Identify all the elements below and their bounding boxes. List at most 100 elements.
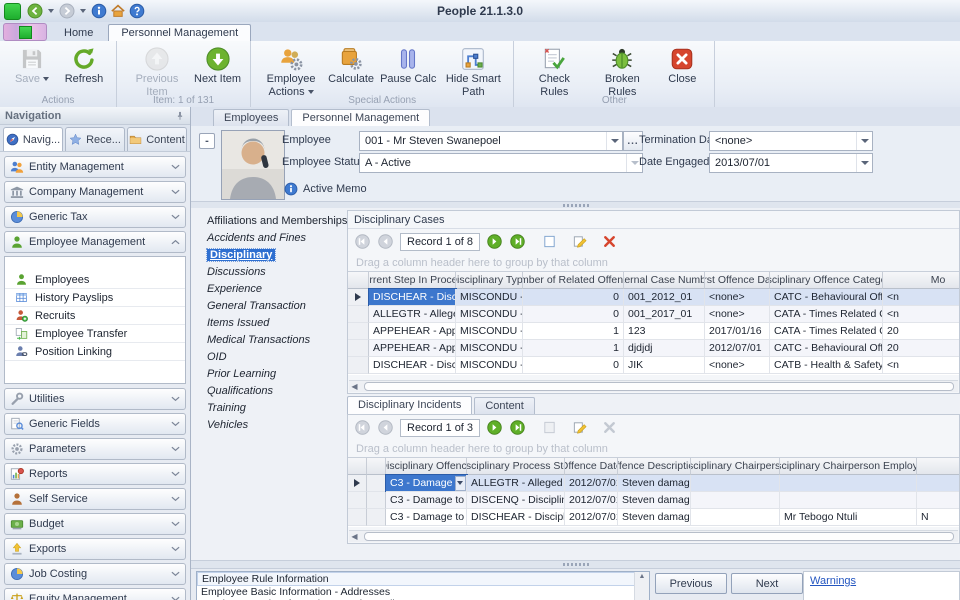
- grid-cell[interactable]: 1: [523, 323, 624, 340]
- splitter-grip[interactable]: [563, 204, 589, 207]
- table-row[interactable]: APPEHEAR - Appeal H...MISCONDU - Misc...…: [348, 340, 959, 357]
- add-record-icon[interactable]: [540, 233, 558, 251]
- employee-combo[interactable]: 001 - Mr Steven Swanepoel: [359, 131, 623, 151]
- grid-cell[interactable]: 2012/07/01: [565, 492, 618, 509]
- forward-dropdown-caret[interactable]: [80, 9, 86, 13]
- section-item-oid[interactable]: OID: [195, 348, 343, 365]
- grid-cell[interactable]: [780, 492, 917, 509]
- grid-cell[interactable]: DISCHEAR - Disciplina...: [369, 289, 456, 306]
- row-indicator[interactable]: [348, 289, 369, 306]
- scroll-up-icon[interactable]: ▲: [639, 573, 646, 580]
- back-button-icon[interactable]: [27, 3, 43, 19]
- section-item-affiliations-and-memberships[interactable]: Affiliations and Memberships: [195, 212, 343, 229]
- grid-cell[interactable]: 2012/07/01: [565, 509, 618, 526]
- grid-cell[interactable]: <n: [883, 357, 959, 374]
- ribbon-tab-home[interactable]: Home: [51, 24, 106, 41]
- grid-cell[interactable]: 123: [624, 323, 705, 340]
- grid-cell[interactable]: DISCHEAR - Disciplinary ...: [467, 509, 565, 526]
- sidebar-section-budget[interactable]: Budget: [4, 513, 186, 535]
- column-header[interactable]: Disciplinary Offence: [386, 458, 467, 475]
- grid-cell[interactable]: MISCONDU - Misc...: [456, 340, 523, 357]
- dropdown-caret[interactable]: [455, 476, 466, 491]
- grid-cell[interactable]: 001_2012_01: [624, 289, 705, 306]
- grid-cell[interactable]: <none>: [705, 289, 770, 306]
- sidebar-section-generic-tax[interactable]: Generic Tax: [4, 206, 186, 228]
- back-dropdown-caret[interactable]: [48, 9, 54, 13]
- document-tab-personnel-management[interactable]: Personnel Management: [291, 109, 430, 127]
- row-indicator[interactable]: [367, 475, 386, 492]
- grid-cell[interactable]: APPEHEAR - Appeal H...: [369, 340, 456, 357]
- section-item-items-issued[interactable]: Items Issued: [195, 314, 343, 331]
- table-row[interactable]: C3 - Damage to Com...DISCHEAR - Discipli…: [348, 509, 959, 526]
- section-item-qualifications[interactable]: Qualifications: [195, 382, 343, 399]
- row-indicator[interactable]: [348, 340, 369, 357]
- nav-tab-star[interactable]: Rece...: [65, 127, 125, 151]
- grid-cell[interactable]: [691, 509, 780, 526]
- forward-button-icon[interactable]: [59, 3, 75, 19]
- next-record-icon[interactable]: [486, 419, 503, 436]
- grid-cell[interactable]: [691, 492, 780, 509]
- document-tab-employees[interactable]: Employees: [213, 109, 289, 126]
- active-memo[interactable]: Active Memo: [284, 182, 367, 196]
- grid-cell[interactable]: [917, 475, 959, 492]
- grid-cell[interactable]: <n: [883, 289, 959, 306]
- nav-tab-folder[interactable]: Content: [127, 127, 187, 151]
- next-record-icon[interactable]: [486, 233, 503, 250]
- grid-cell[interactable]: Steven damaged ...: [618, 492, 691, 509]
- employee-actions-button[interactable]: Employee Actions: [257, 44, 325, 100]
- grid-cell[interactable]: 1: [523, 340, 624, 357]
- row-indicator[interactable]: [348, 323, 369, 340]
- section-item-general-transaction[interactable]: General Transaction: [195, 297, 343, 314]
- row-indicator[interactable]: [348, 306, 369, 323]
- scrollbar-thumb[interactable]: [364, 532, 954, 541]
- column-header[interactable]: Current Step In Process: [369, 272, 456, 289]
- grid-cell[interactable]: CATC - Behavioural Offenses: [770, 289, 883, 306]
- table-row[interactable]: C3 - Damage to Com...DISCENQ - Disciplin…: [348, 492, 959, 509]
- column-header[interactable]: Offence Description: [618, 458, 691, 475]
- grid-cell[interactable]: ALLEGTR - Alleged Tr...: [369, 306, 456, 323]
- sidebar-section-exports[interactable]: Exports: [4, 538, 186, 560]
- grid-cell[interactable]: <n: [883, 306, 959, 323]
- termination-date-combo[interactable]: <none>: [709, 131, 873, 151]
- help-icon[interactable]: [129, 3, 145, 19]
- column-header[interactable]: [917, 458, 959, 475]
- previous-button[interactable]: Previous: [655, 573, 727, 594]
- grid-cell[interactable]: djdjdj: [624, 340, 705, 357]
- chevron-down-icon[interactable]: [606, 132, 622, 150]
- grid-cell[interactable]: CATA - Times Related Offenses: [770, 323, 883, 340]
- grid-cell[interactable]: 2012/07/01: [565, 475, 618, 492]
- sidebar-section-generic-fields[interactable]: Generic Fields: [4, 413, 186, 435]
- table-row[interactable]: ALLEGTR - Alleged Tr...MISCONDU - Misc..…: [348, 306, 959, 323]
- grid-cell[interactable]: [780, 475, 917, 492]
- horizontal-splitter[interactable]: [191, 560, 960, 569]
- pause-calc-button[interactable]: Pause Calc: [377, 44, 439, 88]
- rule-item[interactable]: Employee Rule Information: [197, 572, 649, 586]
- grid-cell[interactable]: CATC - Behavioural Offenses: [770, 340, 883, 357]
- grid-cell[interactable]: <none>: [705, 306, 770, 323]
- date-engaged-combo[interactable]: 2013/07/01: [709, 153, 873, 173]
- calculate-button[interactable]: Calculate: [325, 44, 377, 88]
- edit-record-icon[interactable]: [570, 233, 588, 251]
- grid-cell[interactable]: C3 - Damage to Com...: [386, 509, 467, 526]
- grid-cell[interactable]: C3 - Damage to Com...: [386, 492, 467, 509]
- sidebar-item-employee-transfer[interactable]: Employee Transfer: [5, 325, 185, 343]
- refresh-button[interactable]: Refresh: [58, 44, 110, 88]
- next-item-button[interactable]: Next Item: [191, 44, 244, 88]
- grid-cell[interactable]: 2012/07/01: [705, 340, 770, 357]
- grid-cell[interactable]: Mr Tebogo Ntuli: [780, 509, 917, 526]
- grid-cell[interactable]: N: [917, 509, 959, 526]
- collapse-header-button[interactable]: -: [199, 133, 215, 149]
- chevron-down-icon[interactable]: [856, 132, 872, 150]
- sidebar-item-history-payslips[interactable]: History Payslips: [5, 289, 185, 307]
- grid-cell[interactable]: DISCENQ - Disciplinary E...: [467, 492, 565, 509]
- column-header[interactable]: Disciplinary Type: [456, 272, 523, 289]
- row-indicator[interactable]: [367, 509, 386, 526]
- last-record-icon[interactable]: [509, 233, 526, 250]
- grid-cell[interactable]: MISCONDU - Misc...: [456, 289, 523, 306]
- splitter-grip[interactable]: [563, 563, 589, 566]
- grid-cell[interactable]: [691, 475, 780, 492]
- sidebar-section-reports[interactable]: Reports: [4, 463, 186, 485]
- sidebar-section-entity-management[interactable]: Entity Management: [4, 156, 186, 178]
- section-item-accidents-and-fines[interactable]: Accidents and Fines: [195, 229, 343, 246]
- check-rules-button[interactable]: Check Rules: [520, 44, 588, 100]
